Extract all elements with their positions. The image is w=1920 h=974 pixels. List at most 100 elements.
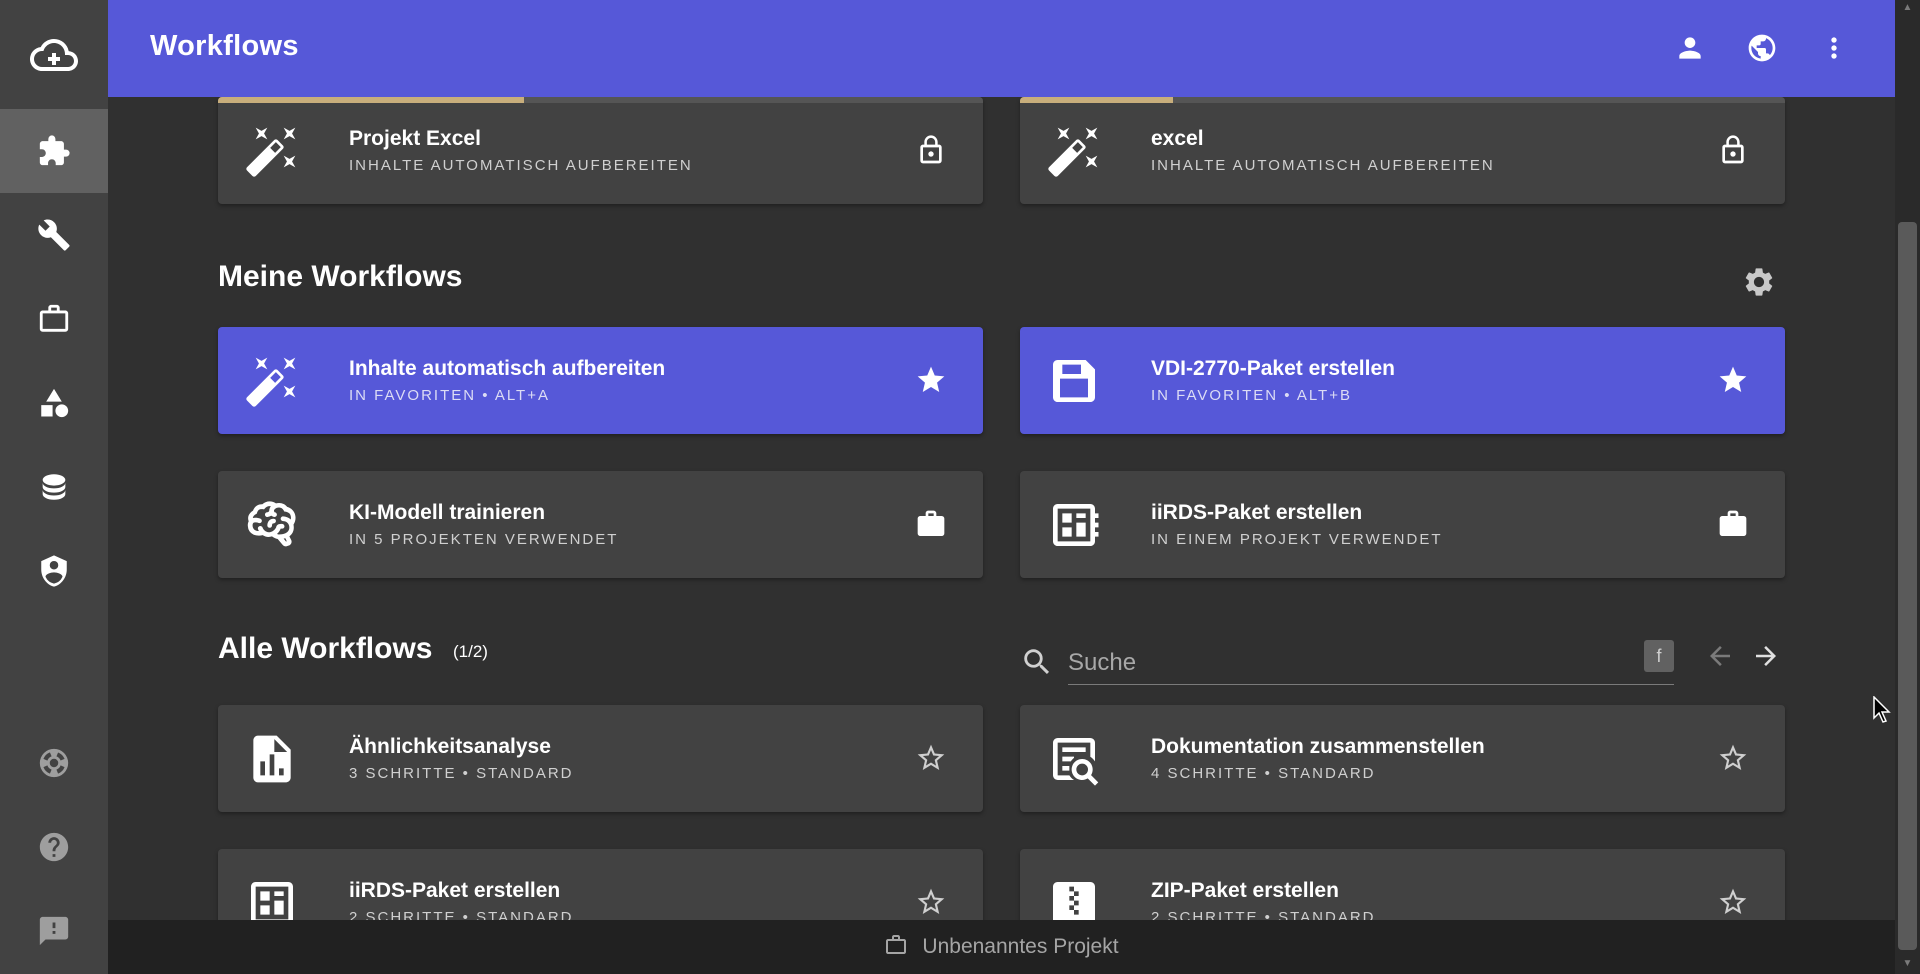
doc-search-icon — [1046, 731, 1102, 787]
package-icon — [244, 875, 300, 920]
sidebar-item-help[interactable] — [0, 805, 108, 889]
favorite-toggle[interactable] — [1715, 362, 1751, 398]
project-name: Unbenanntes Projekt — [922, 935, 1119, 958]
sidebar-item-feedback[interactable] — [0, 889, 108, 973]
workflow-content: Projekt Excel INHALTE AUTOMATISCH AUFBER… — [108, 97, 1895, 920]
globe-icon — [1748, 34, 1776, 62]
workflow-subtitle: IN FAVORITEN • ALT+B — [1151, 387, 1352, 404]
star-outline-icon — [917, 888, 945, 914]
star-outline-icon — [917, 744, 945, 770]
briefcase-icon — [917, 510, 945, 536]
workflow-title: excel — [1151, 127, 1204, 150]
language-button[interactable] — [1744, 30, 1780, 66]
gear-icon — [1745, 268, 1773, 296]
scroll-thumb[interactable] — [1898, 222, 1917, 950]
sidebar — [0, 0, 108, 974]
magic-wand-icon — [244, 353, 300, 409]
favorite-toggle[interactable] — [1715, 884, 1751, 920]
workflow-title: Inhalte automatisch aufbereiten — [349, 357, 666, 380]
scroll-up-icon[interactable]: ▲ — [1900, 2, 1915, 14]
sidebar-item-shapes[interactable] — [0, 361, 108, 445]
more-menu-button[interactable] — [1816, 30, 1852, 66]
page-counter: (1/2) — [453, 642, 488, 661]
workflow-title: Ähnlichkeitsanalyse — [349, 735, 551, 758]
search-bar — [1020, 635, 1674, 699]
star-icon — [917, 366, 945, 392]
app-logo-cloud-upload-icon[interactable] — [0, 13, 108, 97]
next-page-button[interactable] — [1748, 640, 1784, 672]
workflow-subtitle: 2 SCHRITTE • STANDARD — [349, 909, 574, 920]
lock-icon — [920, 135, 942, 164]
arrow-left-icon — [1710, 646, 1730, 666]
lock-icon — [1722, 135, 1744, 164]
shapes-icon — [41, 388, 69, 418]
workflow-card[interactable]: Dokumentation zusammenstellen 4 SCHRITTE… — [1020, 705, 1785, 812]
workflow-title: Projekt Excel — [349, 127, 481, 150]
shortcut-badge: f — [1644, 640, 1674, 672]
sidebar-item-database[interactable] — [0, 445, 108, 529]
arrow-right-icon — [1756, 646, 1776, 666]
workflow-settings-button[interactable] — [1740, 263, 1778, 301]
section-title-my-workflows: Meine Workflows — [218, 260, 463, 293]
workflow-title: iiRDS-Paket erstellen — [349, 879, 561, 902]
star-outline-icon — [1719, 744, 1747, 770]
shield-account-icon — [41, 555, 67, 587]
workflow-card[interactable]: iiRDS-Paket erstellen 2 SCHRITTE • STAND… — [218, 849, 983, 920]
sidebar-item-tools[interactable] — [0, 193, 108, 277]
magic-wand-icon — [1046, 123, 1102, 179]
project-workflow-card[interactable]: KI-Modell trainieren IN 5 PROJEKTEN VERW… — [218, 471, 983, 578]
zip-icon — [1046, 875, 1102, 920]
star-outline-icon — [1719, 888, 1747, 914]
account-button[interactable] — [1672, 30, 1708, 66]
running-workflow-card[interactable]: Projekt Excel INHALTE AUTOMATISCH AUFBER… — [218, 97, 983, 204]
project-usage-button[interactable] — [913, 506, 949, 542]
workflow-subtitle: INHALTE AUTOMATISCH AUFBEREITEN — [1151, 157, 1495, 174]
favorite-toggle[interactable] — [913, 362, 949, 398]
briefcase-icon — [1719, 510, 1747, 536]
project-footer[interactable]: Unbenanntes Projekt — [108, 920, 1895, 974]
progress-bar — [1020, 97, 1173, 103]
file-chart-icon — [244, 731, 300, 787]
database-icon — [42, 474, 66, 500]
running-workflow-card[interactable]: excel INHALTE AUTOMATISCH AUFBEREITEN — [1020, 97, 1785, 204]
project-usage-button[interactable] — [1715, 506, 1751, 542]
sidebar-item-support[interactable] — [0, 721, 108, 805]
favorite-toggle[interactable] — [913, 740, 949, 776]
workflow-subtitle: IN FAVORITEN • ALT+A — [349, 387, 550, 404]
prev-page-button[interactable] — [1702, 640, 1738, 672]
app-header: Workflows — [108, 0, 1895, 97]
workflow-card[interactable]: Ähnlichkeitsanalyse 3 SCHRITTE • STANDAR… — [218, 705, 983, 812]
sidebar-item-projects[interactable] — [0, 277, 108, 361]
lock-button[interactable] — [913, 132, 949, 168]
scroll-down-icon[interactable]: ▼ — [1900, 958, 1915, 970]
star-icon — [1719, 366, 1747, 392]
briefcase-icon — [39, 304, 69, 332]
puzzle-icon — [39, 135, 70, 166]
sidebar-item-workflows[interactable] — [0, 109, 108, 193]
help-icon — [39, 832, 69, 862]
feedback-icon — [39, 916, 69, 946]
workflow-title: VDI-2770-Paket erstellen — [1151, 357, 1395, 380]
scrollbar[interactable]: ▲ ▼ — [1895, 0, 1920, 974]
wrench-icon — [38, 219, 70, 251]
workflow-title: Dokumentation zusammenstellen — [1151, 735, 1485, 758]
favorite-workflow-card[interactable]: Inhalte automatisch aufbereiten IN FAVOR… — [218, 327, 983, 434]
favorite-workflow-card[interactable]: VDI-2770-Paket erstellen IN FAVORITEN • … — [1020, 327, 1785, 434]
favorite-toggle[interactable] — [1715, 740, 1751, 776]
favorite-toggle[interactable] — [913, 884, 949, 920]
workflow-subtitle: INHALTE AUTOMATISCH AUFBEREITEN — [349, 157, 693, 174]
search-icon — [1020, 645, 1054, 679]
workflow-subtitle: IN EINEM PROJEKT VERWENDET — [1151, 531, 1443, 548]
package-icon — [1046, 497, 1102, 553]
lock-button[interactable] — [1715, 132, 1751, 168]
briefcase-outline-icon — [884, 933, 908, 962]
lifebuoy-icon — [39, 748, 69, 778]
workflow-title: KI-Modell trainieren — [349, 501, 546, 524]
workflow-title: ZIP-Paket erstellen — [1151, 879, 1339, 902]
sidebar-item-security[interactable] — [0, 529, 108, 613]
search-input[interactable] — [1068, 641, 1674, 685]
workflow-subtitle: 4 SCHRITTE • STANDARD — [1151, 765, 1376, 782]
workflow-card[interactable]: ZIP-Paket erstellen 2 SCHRITTE • STANDAR… — [1020, 849, 1785, 920]
more-vert-icon — [1831, 37, 1837, 59]
project-workflow-card[interactable]: iiRDS-Paket erstellen IN EINEM PROJEKT V… — [1020, 471, 1785, 578]
